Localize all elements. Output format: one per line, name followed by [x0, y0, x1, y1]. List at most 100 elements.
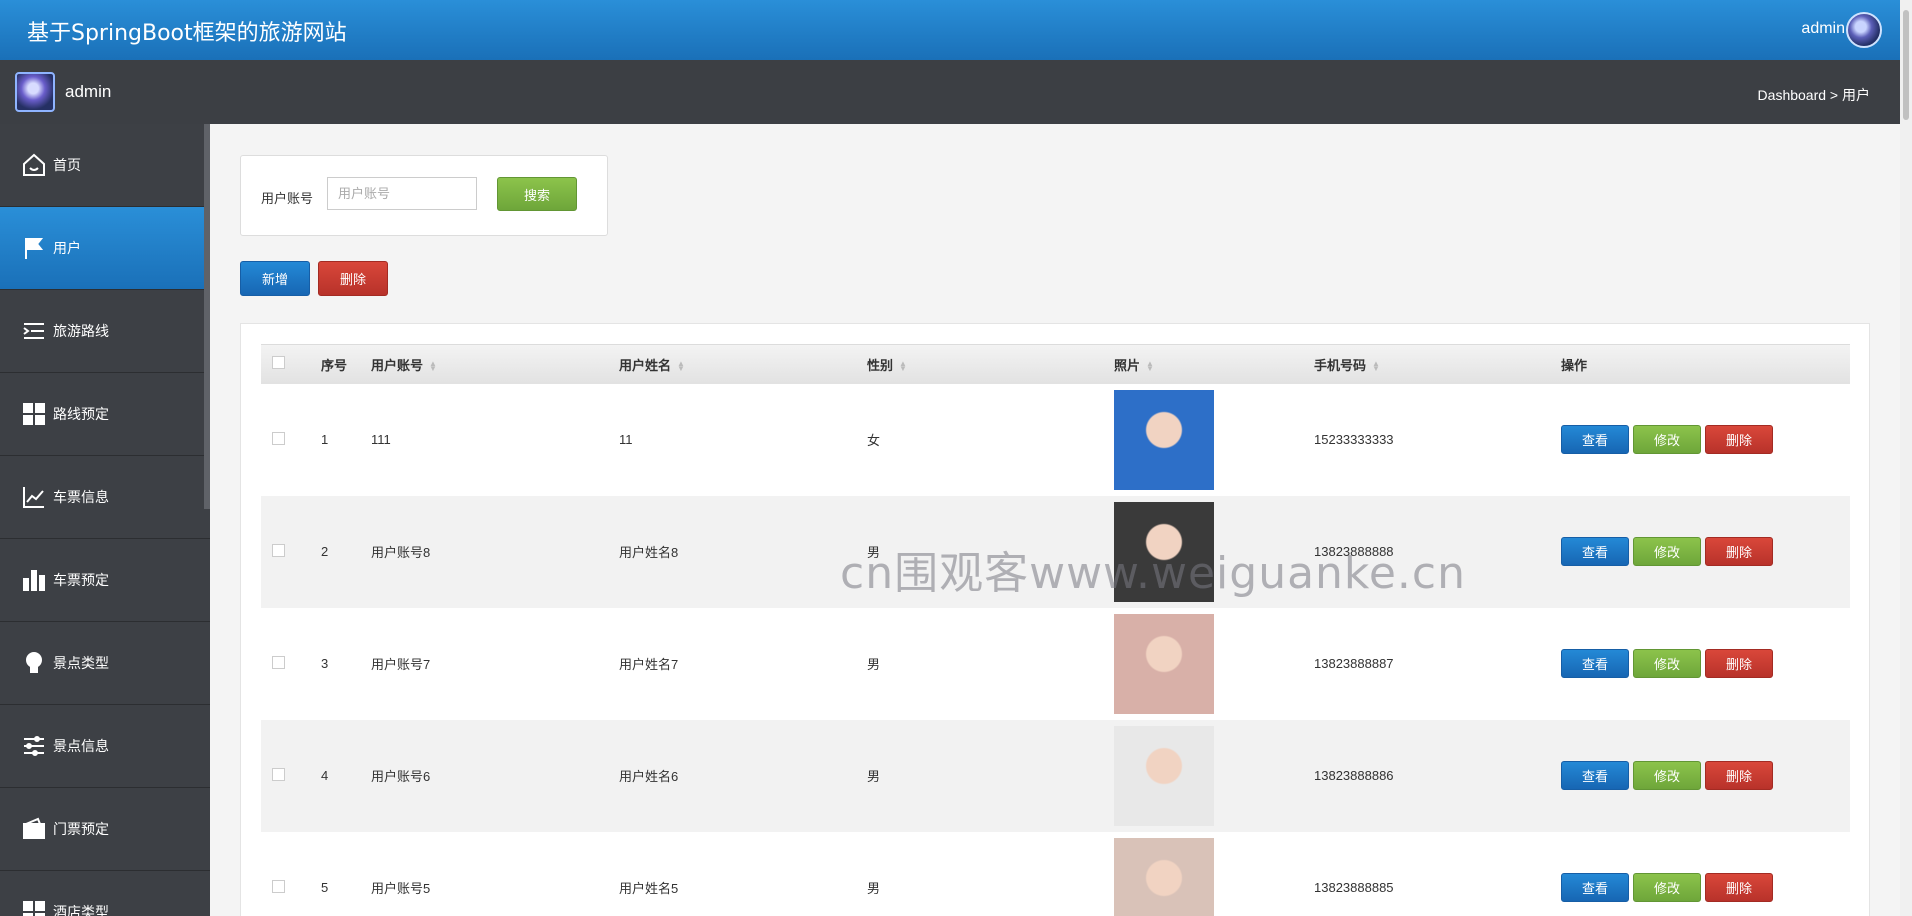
page-scrollbar[interactable] — [1900, 0, 1912, 916]
cell-account: 111 — [371, 432, 391, 447]
top-header: 基于SpringBoot框架的旅游网站 admin — [0, 0, 1900, 60]
column-header-label: 手机号码 — [1314, 357, 1367, 373]
cell-phone: 13823888887 — [1314, 656, 1394, 671]
cell-gender: 女 — [867, 433, 881, 448]
row-checkbox[interactable] — [272, 767, 285, 781]
column-header-name[interactable]: 用户姓名 ▲ ▼ — [619, 344, 867, 384]
search-button[interactable]: 搜索 — [497, 177, 577, 211]
sidebar-item-home[interactable]: 首页 — [0, 124, 210, 207]
cell-index: 4 — [321, 768, 329, 783]
sidebar-item-route-booking[interactable]: 路线预定 — [0, 373, 210, 456]
delete-button[interactable]: 删除 — [1705, 649, 1773, 678]
sidebar-item-label: 酒店类型 — [53, 904, 109, 916]
cell-gender: 男 — [867, 769, 881, 784]
sidebar-item-ticket-gate-booking[interactable]: 门票预定 — [0, 788, 210, 871]
cell-account: 用户账号8 — [371, 545, 431, 560]
user-photo — [1114, 725, 1214, 826]
cell-index: 3 — [321, 656, 329, 671]
header-username[interactable]: admin — [1801, 20, 1845, 38]
sort-icon: ▲ ▼ — [677, 359, 685, 374]
row-checkbox[interactable] — [272, 431, 285, 445]
indent-icon — [20, 317, 48, 345]
column-header-label: 性别 — [867, 357, 894, 373]
trend-icon — [20, 483, 48, 511]
search-label: 用户账号 — [261, 191, 314, 206]
edit-button[interactable]: 修改 — [1633, 873, 1701, 902]
sidebar-item-spots[interactable]: 景点信息 — [0, 705, 210, 788]
sidebar-item-label: 车票信息 — [53, 489, 109, 505]
user-photo — [1114, 613, 1214, 714]
grid-icon — [20, 898, 48, 916]
header-avatar[interactable] — [1846, 12, 1882, 48]
add-button[interactable]: 新增 — [240, 261, 310, 296]
view-button[interactable]: 查看 — [1561, 761, 1629, 790]
sort-icon: ▲ ▼ — [899, 359, 907, 374]
sidebar-item-routes[interactable]: 旅游路线 — [0, 290, 210, 373]
sidebar-item-label: 车票预定 — [53, 572, 109, 588]
grid-icon — [20, 400, 48, 428]
cell-name: 用户姓名8 — [619, 545, 679, 560]
main-content: 用户账号 搜索 新增 删除 序号 用户账号 ▲▼ 用户姓名 ▲▼ 性别 ▲▼ 照片 ▲▼… — [210, 124, 1900, 916]
sidebar-item-users[interactable]: 用户 — [0, 207, 210, 290]
cell-phone: 15233333333 — [1314, 432, 1394, 447]
column-header-label: 用户姓名 — [619, 357, 672, 373]
page-scrollbar-thumb[interactable] — [1903, 10, 1909, 120]
delete-button[interactable]: 删除 — [1705, 873, 1773, 902]
wallet-icon — [20, 815, 48, 843]
column-header-account[interactable]: 用户账号 ▲ ▼ — [371, 344, 619, 384]
delete-button[interactable]: 删除 — [1705, 425, 1773, 454]
select-all-checkbox[interactable] — [272, 356, 285, 370]
edit-button[interactable]: 修改 — [1633, 649, 1701, 678]
sidebar-item-hotel-types[interactable]: 酒店类型 — [0, 871, 210, 916]
cell-phone: 13823888886 — [1314, 768, 1394, 783]
table-body: 1 111 11 女 15233333333 查看 修改 删除 2 用户账号8 用户… — [261, 384, 1850, 916]
search-input[interactable] — [327, 177, 477, 210]
sliders-icon — [20, 732, 48, 760]
table-header-row: 序号 用户账号 ▲ ▼ 用户姓名 ▲ ▼ 性别 ▲ ▼ 照片 ▲ ▼ 手机号码 ▲ ▼ 操作 — [261, 344, 1850, 384]
sort-icon: ▲ ▼ — [1146, 359, 1154, 374]
table-row: 1 111 11 女 15233333333 查看 修改 删除 — [261, 384, 1850, 496]
sidebar-item-label: 门票预定 — [53, 821, 109, 837]
bulk-delete-button[interactable]: 删除 — [318, 261, 388, 296]
sidebar-item-label: 首页 — [53, 157, 81, 173]
cell-account: 用户账号5 — [371, 881, 431, 896]
column-header-index: 序号 — [321, 344, 371, 384]
column-header-photo[interactable]: 照片 ▲ ▼ — [1114, 344, 1314, 384]
sidebar-avatar — [15, 72, 55, 112]
delete-button[interactable]: 删除 — [1705, 537, 1773, 566]
home-icon — [20, 151, 48, 179]
column-header-actions: 操作 — [1561, 344, 1850, 384]
sidebar-item-tickets[interactable]: 车票信息 — [0, 456, 210, 539]
sidebar-username: admin — [65, 82, 112, 101]
cell-name: 用户姓名5 — [619, 881, 679, 896]
row-checkbox[interactable] — [272, 879, 285, 893]
column-header-phone[interactable]: 手机号码 ▲ ▼ — [1314, 344, 1561, 384]
cell-gender: 男 — [867, 545, 881, 560]
sort-icon: ▲ ▼ — [1372, 359, 1380, 374]
column-header-label: 用户账号 — [371, 357, 424, 373]
row-checkbox[interactable] — [272, 543, 285, 557]
cell-gender: 男 — [867, 881, 881, 896]
view-button[interactable]: 查看 — [1561, 425, 1629, 454]
view-button[interactable]: 查看 — [1561, 873, 1629, 902]
cell-index: 5 — [321, 880, 329, 895]
cell-phone: 13823888888 — [1314, 544, 1394, 559]
view-button[interactable]: 查看 — [1561, 537, 1629, 566]
user-photo — [1114, 501, 1214, 602]
view-button[interactable]: 查看 — [1561, 649, 1629, 678]
delete-button[interactable]: 删除 — [1705, 761, 1773, 790]
sort-icon: ▲ ▼ — [429, 359, 437, 374]
user-bar: admin Dashboard > 用户 — [0, 60, 1900, 124]
sidebar-item-ticket-booking[interactable]: 车票预定 — [0, 539, 210, 622]
sidebar-item-label: 旅游路线 — [53, 323, 109, 339]
edit-button[interactable]: 修改 — [1633, 761, 1701, 790]
sidebar-item-label: 用户 — [53, 240, 81, 256]
edit-button[interactable]: 修改 — [1633, 425, 1701, 454]
cell-phone: 13823888885 — [1314, 880, 1394, 895]
table-row: 3 用户账号7 用户姓名7 男 13823888887 查看 修改 删除 — [261, 608, 1850, 720]
column-header-gender[interactable]: 性别 ▲ ▼ — [867, 344, 1114, 384]
cell-index: 2 — [321, 544, 329, 559]
sidebar-item-spot-types[interactable]: 景点类型 — [0, 622, 210, 705]
edit-button[interactable]: 修改 — [1633, 537, 1701, 566]
row-checkbox[interactable] — [272, 655, 285, 669]
